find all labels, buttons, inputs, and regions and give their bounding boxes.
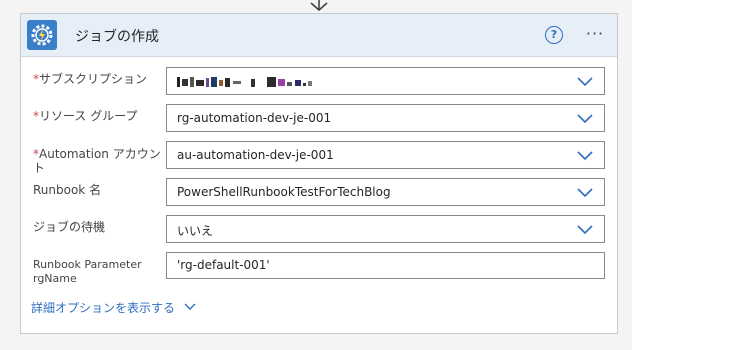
chevron-down-icon	[577, 114, 593, 124]
chevron-down-icon	[577, 225, 593, 235]
runbook-parameter-label: Runbook Parameter rgName	[33, 258, 142, 285]
more-options-icon[interactable]: ···	[581, 23, 609, 45]
automation-account-value: au-automation-dev-je-001	[177, 148, 334, 162]
subscription-label: *サブスクリプション	[33, 72, 148, 86]
automation-icon	[27, 20, 57, 50]
automation-account-label: *Automation アカウント	[33, 147, 161, 175]
redacted-subscription-name	[177, 77, 312, 87]
runbook-parameter-value: 'rg-default-001'	[177, 258, 270, 272]
card-title: ジョブの作成	[75, 29, 159, 45]
connector-arrow-icon	[310, 0, 328, 12]
wait-for-job-label: ジョブの待機	[33, 220, 106, 234]
action-card: ジョブの作成 ? ··· *サブスクリプション *リソース グループ rg-au…	[20, 13, 618, 334]
resource-group-value: rg-automation-dev-je-001	[177, 111, 332, 125]
chevron-down-icon[interactable]	[184, 301, 196, 311]
chevron-down-icon	[577, 151, 593, 161]
chevron-down-icon	[577, 188, 593, 198]
resource-group-label: *リソース グループ	[33, 109, 138, 123]
subscription-dropdown[interactable]	[166, 67, 605, 95]
resource-group-dropdown[interactable]: rg-automation-dev-je-001	[166, 104, 605, 132]
wait-for-job-dropdown[interactable]: いいえ	[166, 215, 605, 243]
runbook-label: Runbook 名	[33, 183, 102, 197]
wait-for-job-value: いいえ	[177, 224, 214, 238]
show-advanced-options-link[interactable]: 詳細オプションを表示する	[31, 299, 175, 316]
automation-account-dropdown[interactable]: au-automation-dev-je-001	[166, 141, 605, 169]
card-header[interactable]: ジョブの作成 ? ···	[21, 14, 617, 57]
runbook-value: PowerShellRunbookTestForTechBlog	[177, 185, 391, 199]
chevron-down-icon	[577, 77, 593, 87]
runbook-dropdown[interactable]: PowerShellRunbookTestForTechBlog	[166, 178, 605, 206]
help-icon[interactable]: ?	[545, 26, 563, 44]
runbook-parameter-input[interactable]: 'rg-default-001'	[166, 252, 605, 279]
